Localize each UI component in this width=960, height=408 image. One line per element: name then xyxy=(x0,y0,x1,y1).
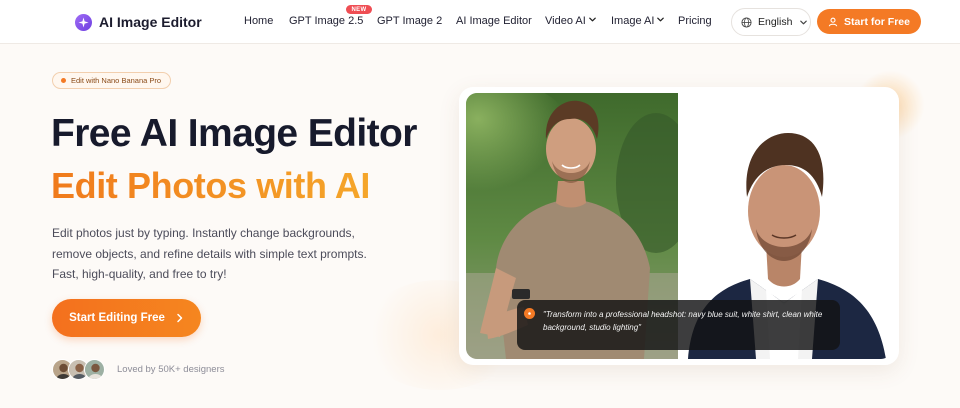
nav-pricing[interactable]: Pricing xyxy=(678,15,712,27)
new-badge: NEW xyxy=(346,5,372,14)
description-line: Fast, high-quality, and free to try! xyxy=(52,267,227,281)
person-icon xyxy=(828,17,838,27)
chevron-down-icon xyxy=(588,15,597,27)
dot-icon xyxy=(61,78,66,83)
start-editing-label: Start Editing Free xyxy=(69,312,165,324)
site-logo[interactable]: AI Image Editor xyxy=(75,12,202,32)
description-line: Edit photos just by typing. Instantly ch… xyxy=(52,226,355,240)
hero-subtitle: Edit Photos with AI xyxy=(51,162,370,210)
sparkle-icon xyxy=(75,13,92,31)
pill-label: Edit with Nano Banana Pro xyxy=(71,76,162,85)
description-line: remove objects, and refine details with … xyxy=(52,246,367,261)
avatar xyxy=(84,359,105,380)
top-navbar: AI Image Editor Home GPT Image 2.5 GPT I… xyxy=(0,0,960,44)
social-proof-text: Loved by 50K+ designers xyxy=(117,364,225,375)
nav-ai-image-editor-label: AI Image Editor xyxy=(456,15,532,27)
chevron-down-icon xyxy=(799,18,808,27)
prompt-text: "Transform into a professional headshot:… xyxy=(543,310,823,332)
language-label: English xyxy=(758,16,793,28)
nav-gpt-image-2[interactable]: GPT Image 2 xyxy=(377,15,442,27)
nav-image-ai-label: Image AI xyxy=(611,15,655,27)
hero-title: Free AI Image Editor xyxy=(51,112,417,155)
nav-home-label: Home xyxy=(244,15,274,27)
prompt-indicator-icon xyxy=(524,308,535,319)
start-editing-button[interactable]: Start Editing Free xyxy=(52,299,201,337)
nav-video-ai[interactable]: Video AI xyxy=(545,15,597,27)
nav-home[interactable]: Home xyxy=(244,15,273,27)
nav-gpt-image-2-5[interactable]: GPT Image 2.5 xyxy=(289,15,363,27)
nav-image-ai[interactable]: Image AI xyxy=(611,15,665,27)
logo-text: AI Image Editor xyxy=(99,14,202,30)
nav-pricing-label: Pricing xyxy=(678,15,712,27)
nav-gpt-image-2-label: GPT Image 2 xyxy=(377,15,443,27)
chevron-down-icon xyxy=(656,15,665,27)
hero-description: Edit photos just by typing. Instantly ch… xyxy=(52,223,412,285)
nav-video-ai-label: Video AI xyxy=(545,15,586,27)
nav-ai-image-editor[interactable]: AI Image Editor xyxy=(456,15,532,27)
prompt-bubble: "Transform into a professional headshot:… xyxy=(517,300,840,350)
start-for-free-label: Start for Free xyxy=(844,15,910,28)
globe-icon xyxy=(741,16,752,28)
nav-gpt-image-2-5-label: GPT Image 2.5 xyxy=(289,15,364,27)
nano-banana-pill[interactable]: Edit with Nano Banana Pro xyxy=(52,72,172,89)
start-for-free-button[interactable]: Start for Free xyxy=(817,9,921,34)
chevron-right-icon xyxy=(175,313,184,323)
language-selector[interactable]: English xyxy=(731,8,811,36)
